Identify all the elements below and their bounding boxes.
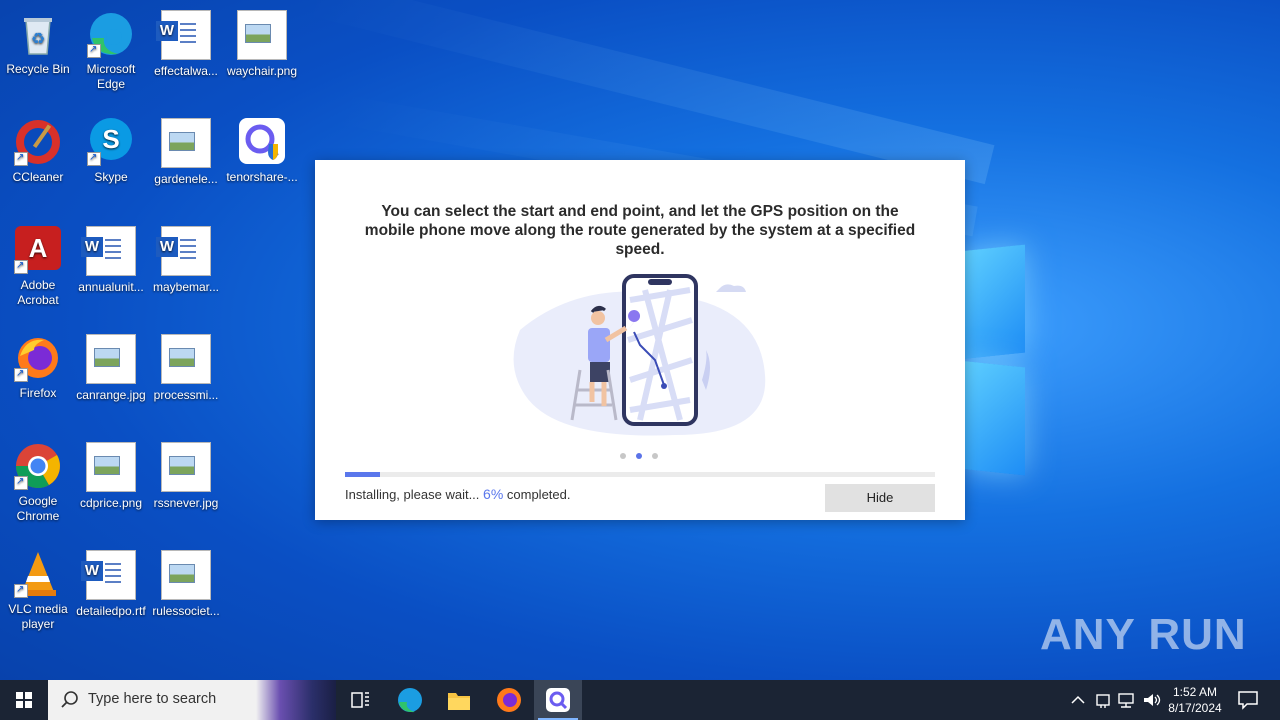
desktop-icon-effectalwa[interactable]: W effectalwa...	[148, 6, 224, 79]
desktop-icon-maybemar[interactable]: W maybemar...	[148, 222, 224, 295]
desktop-icon-skype[interactable]: S Skype	[73, 114, 149, 185]
install-progress-bar	[345, 472, 935, 477]
image-file-icon	[86, 442, 136, 492]
chrome-icon	[14, 442, 62, 490]
action-center-button[interactable]	[1236, 688, 1260, 715]
desktop-icon-rssnever[interactable]: rssnever.jpg	[148, 438, 224, 511]
notification-icon	[1238, 691, 1258, 710]
vlc-icon	[14, 550, 62, 598]
carousel-dot[interactable]	[636, 453, 642, 459]
ccleaner-icon	[14, 118, 62, 166]
skype-icon: S	[87, 118, 135, 166]
desktop-icon-gardenele[interactable]: gardenele...	[148, 114, 224, 187]
speaker-icon	[1144, 694, 1161, 706]
edge-icon	[398, 688, 422, 713]
word-doc-icon: W	[156, 226, 211, 276]
clock-time: 1:52 AM	[1172, 685, 1218, 699]
folder-icon	[448, 693, 470, 710]
recycle-bin-icon: ♻	[14, 10, 62, 58]
acrobat-icon: A	[14, 226, 62, 274]
desktop-icon-vlc[interactable]: VLC media player	[0, 546, 76, 632]
desktop-icon-ccleaner[interactable]: CCleaner	[0, 114, 76, 185]
status-suffix: completed.	[506, 487, 571, 502]
feature-message: You can select the start and end point, …	[364, 203, 916, 258]
search-icon	[61, 691, 78, 708]
taskbar: Type here to search 1:52 AM 8/17/2024	[0, 680, 1280, 720]
install-status: Installing, please wait... 6% completed.	[345, 486, 570, 502]
desktop-icon-google-chrome[interactable]: Google Chrome	[0, 438, 76, 524]
word-doc-icon: W	[81, 550, 136, 600]
carousel-dots	[620, 444, 668, 463]
taskbar-tenorshare[interactable]	[534, 680, 582, 720]
word-doc-icon: W	[156, 10, 211, 60]
tenorshare-icon	[546, 688, 570, 712]
firefox-icon	[14, 334, 62, 382]
desktop-icon-firefox[interactable]: Firefox	[0, 330, 76, 401]
show-hidden-icons[interactable]	[1068, 690, 1088, 713]
desktop-icon-processmi[interactable]: processmi...	[148, 330, 224, 403]
progress-fill	[345, 472, 381, 477]
desktop-icon-annualunit[interactable]: W annualunit...	[73, 222, 149, 295]
image-file-icon	[86, 334, 136, 384]
tray-volume[interactable]	[1141, 690, 1161, 713]
word-doc-icon: W	[81, 226, 136, 276]
desktop-icon-detailedpo[interactable]: W detailedpo.rtf	[73, 546, 149, 619]
image-file-icon	[237, 10, 287, 60]
task-view-icon	[351, 692, 369, 708]
edge-icon	[87, 10, 135, 58]
network-icon	[1118, 693, 1134, 708]
image-file-icon	[161, 550, 211, 600]
firefox-icon	[497, 688, 521, 712]
installer-dialog: You can select the start and end point, …	[315, 160, 965, 520]
search-highlight-art	[256, 680, 336, 720]
svg-text:♻: ♻	[31, 29, 45, 48]
desktop-icon-edge[interactable]: Microsoft Edge	[73, 6, 149, 92]
image-file-icon	[161, 118, 211, 168]
taskbar-search-box[interactable]: Type here to search	[48, 680, 336, 720]
taskbar-file-explorer[interactable]	[435, 680, 483, 720]
taskbar-clock[interactable]: 1:52 AM 8/17/2024	[1160, 684, 1230, 716]
task-view-button[interactable]	[336, 680, 384, 720]
tray-network[interactable]	[1116, 690, 1138, 713]
desktop-icon-cdprice[interactable]: cdprice.png	[73, 438, 149, 511]
usb-device-icon	[1096, 694, 1110, 708]
start-button[interactable]	[0, 680, 48, 720]
desktop-icon-canrange[interactable]: canrange.jpg	[73, 330, 149, 403]
gps-route-illustration	[480, 270, 780, 440]
taskbar-edge[interactable]	[386, 680, 434, 720]
desktop-icon-recycle-bin[interactable]: ♻ Recycle Bin	[0, 6, 76, 77]
desktop-icon-tenorshare[interactable]: tenorshare-...	[224, 114, 300, 185]
desktop: ♻ Recycle Bin CCleaner A Adobe Acrobat F…	[0, 0, 1280, 680]
progress-percent: 6%	[483, 486, 504, 502]
image-file-icon	[161, 442, 211, 492]
search-placeholder: Type here to search	[88, 691, 217, 707]
tray-device-icon[interactable]	[1093, 690, 1113, 713]
status-prefix: Installing, please wait...	[345, 487, 480, 502]
windows-start-icon	[16, 692, 32, 708]
clock-date: 8/17/2024	[1168, 701, 1222, 715]
taskbar-firefox[interactable]	[485, 680, 533, 720]
desktop-icon-adobe-acrobat[interactable]: A Adobe Acrobat	[0, 222, 76, 308]
carousel-dot[interactable]	[652, 453, 658, 459]
carousel-dot[interactable]	[620, 453, 626, 459]
tenorshare-icon	[238, 118, 286, 166]
anyrun-watermark: ANY RUN	[1040, 610, 1247, 659]
image-file-icon	[161, 334, 211, 384]
desktop-icon-waychair[interactable]: waychair.png	[224, 6, 300, 79]
desktop-icon-rulessociet[interactable]: rulessociet...	[148, 546, 224, 619]
chevron-up-icon	[1071, 695, 1085, 704]
hide-button[interactable]: Hide	[825, 484, 935, 512]
